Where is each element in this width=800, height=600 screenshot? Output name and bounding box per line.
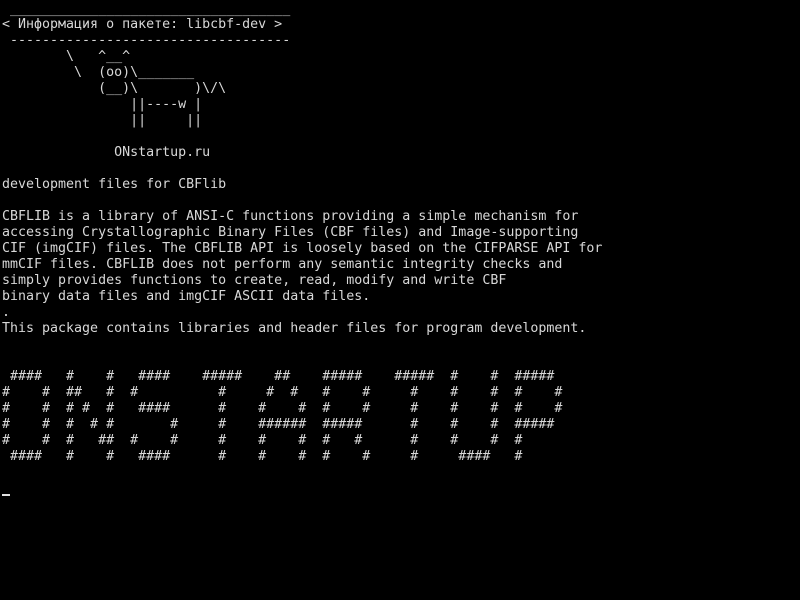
text-cursor[interactable] <box>2 494 10 496</box>
description-line: CIF (imgCIF) files. The CBFLIB API is lo… <box>2 241 603 256</box>
cow-art-line: \ ^__^ <box>2 49 131 64</box>
cowsay-top-border: ___________________________________ <box>2 2 291 17</box>
cow-art-line: \ (oo)\_______ <box>2 65 195 80</box>
cowsay-bottom-border: ----------------------------------- <box>2 33 291 48</box>
site-credit: ONstartup.ru <box>2 145 211 160</box>
banner-art-line: # # # ## # # # # # # # # # # # <box>2 433 523 448</box>
banner-art-line: #### # # #### # # # # # # #### # <box>2 449 523 464</box>
banner-art-line: # # # # # # # ###### ##### # # # ##### <box>2 417 555 432</box>
description-line: CBFLIB is a library of ANSI-C functions … <box>2 209 579 224</box>
description-separator: . <box>2 305 11 320</box>
cow-art-line: || || <box>2 113 203 128</box>
description-line: mmCIF files. CBFLIB does not perform any… <box>2 257 563 272</box>
banner-art-line: # # ## # # # # # # # # # # # # <box>2 385 563 400</box>
banner-art-line: #### # # #### ##### ## ##### ##### # # #… <box>2 369 555 384</box>
banner-art-line: # # # # # #### # # # # # # # # # # <box>2 401 563 416</box>
cowsay-message: < Информация о пакете: libcbf-dev > <box>2 17 283 32</box>
description-line: binary data files and imgCIF ASCII data … <box>2 289 371 304</box>
description-line: This package contains libraries and head… <box>2 321 587 336</box>
terminal-screen[interactable]: ___________________________________ < Ин… <box>0 0 800 600</box>
cow-art-line: (__)\ )\/\ <box>2 81 227 96</box>
description-line: accessing Crystallographic Binary Files … <box>2 225 579 240</box>
package-summary: development files for CBFlib <box>2 177 227 192</box>
description-line: simply provides functions to create, rea… <box>2 273 507 288</box>
cow-art-line: ||----w | <box>2 97 203 112</box>
